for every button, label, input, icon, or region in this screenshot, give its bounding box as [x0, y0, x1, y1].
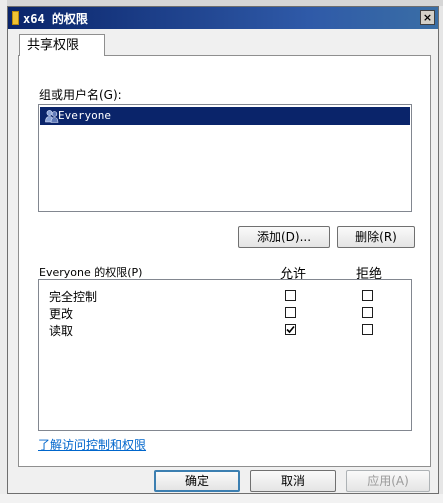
remove-button[interactable]: 删除(R): [337, 226, 415, 248]
desktop-strip-bottom: [0, 494, 443, 503]
permission-label: 更改: [49, 307, 74, 321]
allow-change-checkbox[interactable]: [285, 307, 296, 318]
allow-read-checkbox[interactable]: [285, 324, 296, 335]
ok-button[interactable]: 确定: [154, 470, 240, 492]
folder-icon: [12, 11, 19, 25]
allow-full-control-checkbox[interactable]: [285, 290, 296, 301]
tab-panel: 组或用户名(G): Everyone 添加(D)... 删除(R) Everyo…: [18, 55, 431, 467]
permission-label: 完全控制: [49, 290, 98, 304]
users-list[interactable]: Everyone: [38, 104, 412, 212]
permission-row-change: 更改: [39, 305, 411, 321]
learn-access-control-link[interactable]: 了解访问控制和权限: [38, 436, 146, 453]
close-button[interactable]: ×: [420, 10, 435, 25]
deny-full-control-checkbox[interactable]: [362, 290, 373, 301]
permissions-list: 完全控制 更改 读取: [38, 279, 412, 431]
deny-read-checkbox[interactable]: [362, 324, 373, 335]
permissions-label: Everyone 的权限(P): [39, 266, 143, 279]
tab-share-permissions[interactable]: 共享权限: [19, 34, 105, 56]
window-title: x64 的权限: [23, 12, 88, 26]
users-group-icon: [45, 110, 59, 123]
user-name: Everyone: [58, 109, 111, 122]
permission-row-full-control: 完全控制: [39, 288, 411, 304]
cancel-button[interactable]: 取消: [250, 470, 336, 492]
apply-button[interactable]: 应用(A): [346, 470, 430, 492]
permissions-dialog: x64 的权限 × 共享权限 组或用户名(G): Everyone 添加(D).…: [7, 6, 439, 494]
list-item-everyone[interactable]: Everyone: [40, 107, 410, 125]
permissions-header: Everyone 的权限(P) 允许 拒绝: [38, 262, 412, 282]
title-bar[interactable]: x64 的权限 ×: [8, 7, 438, 29]
users-label: 组或用户名(G):: [39, 88, 122, 102]
checkmark-icon: [286, 325, 295, 334]
add-button[interactable]: 添加(D)...: [238, 226, 330, 248]
permission-row-read: 读取: [39, 322, 411, 338]
permission-label: 读取: [49, 324, 74, 338]
deny-change-checkbox[interactable]: [362, 307, 373, 318]
desktop-strip-left: [0, 0, 7, 503]
